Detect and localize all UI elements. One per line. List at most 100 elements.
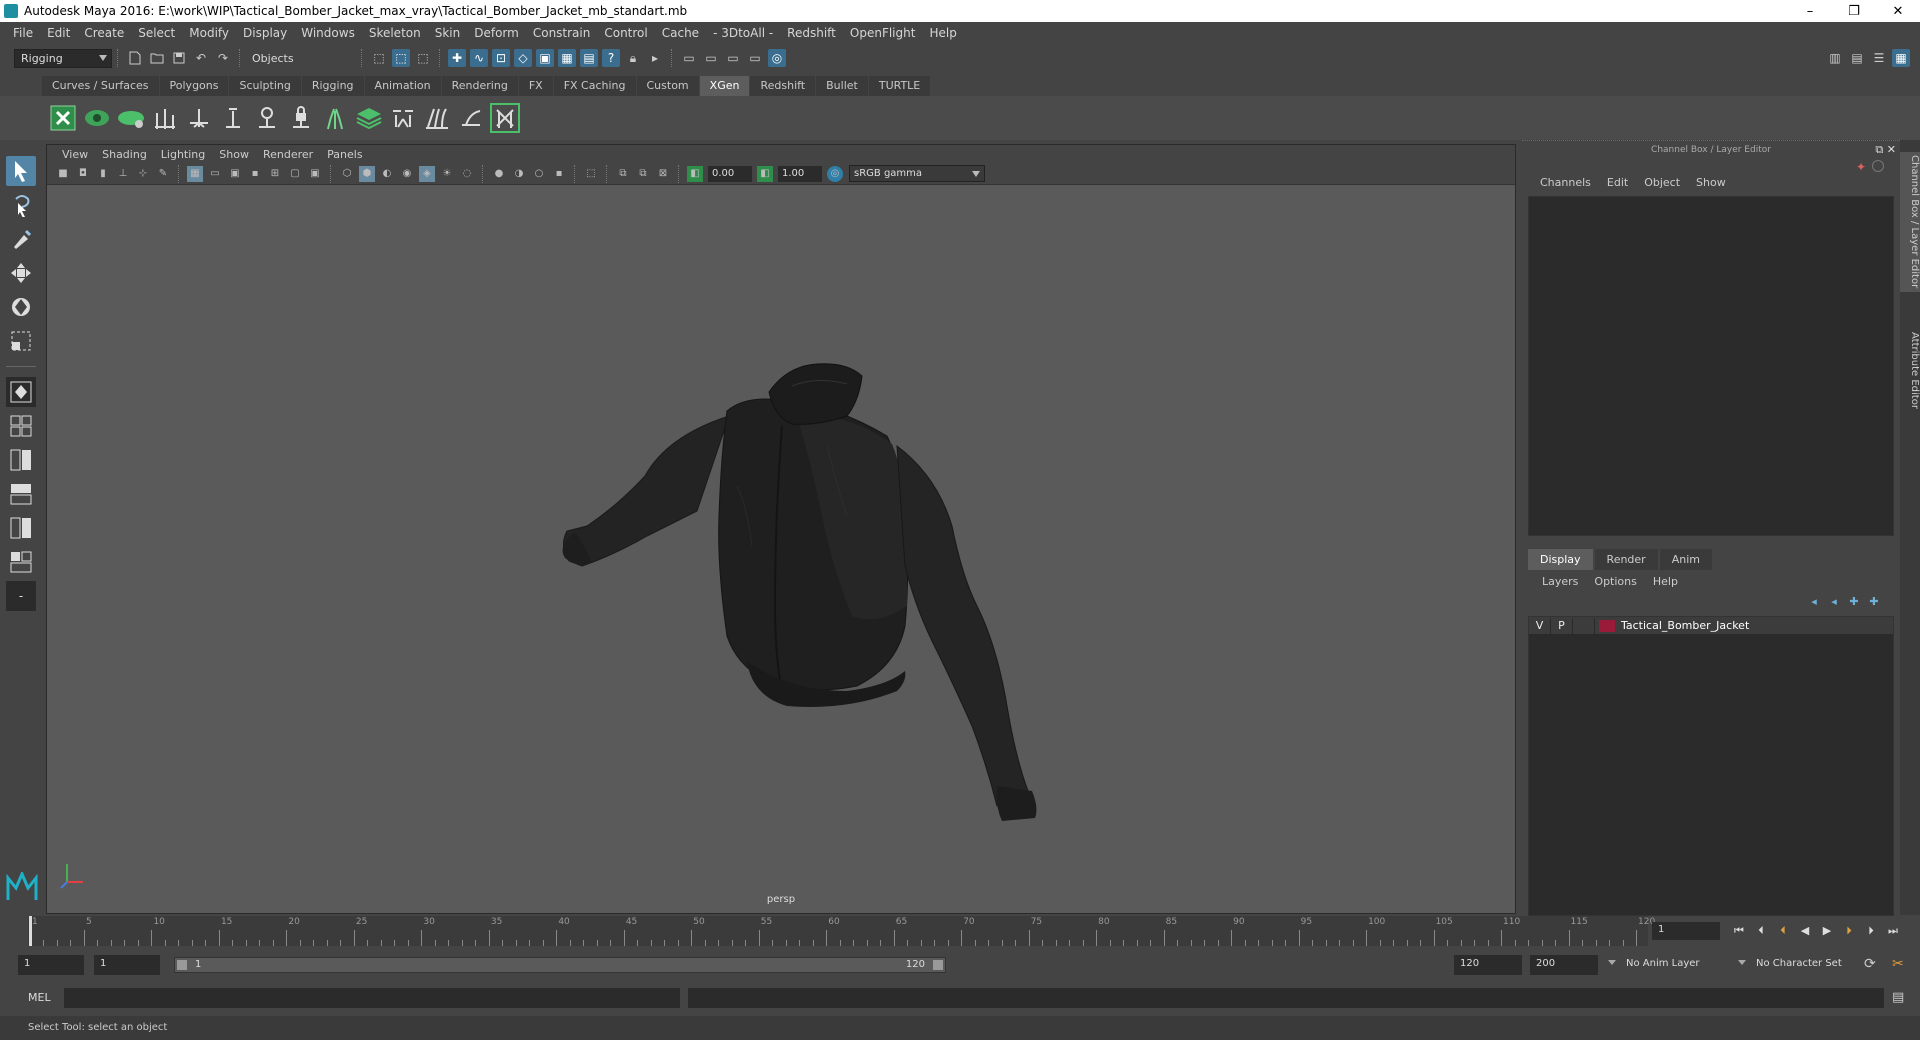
xgen-layers-icon[interactable] [354,103,384,133]
anti-aliasing-icon[interactable]: ○ [531,166,547,182]
play-backward-icon[interactable]: ◀ [1794,922,1816,940]
channel-box-menu-show[interactable]: Show [1688,176,1734,189]
shelf-tab-rigging[interactable]: Rigging [301,76,364,96]
redo-icon[interactable]: ↷ [214,49,232,67]
two-pane-stacked-layout-icon[interactable] [6,479,36,509]
depth-of-field-icon[interactable]: ▪ [551,166,567,182]
exposure-icon[interactable]: ◧ [687,165,703,182]
jacket-model[interactable] [47,186,1515,913]
script-editor-icon[interactable]: ▤ [1892,990,1904,1005]
viewport-menu-renderer[interactable]: Renderer [256,148,320,161]
save-scene-icon[interactable] [170,49,188,67]
menu-help[interactable]: Help [922,26,963,40]
rotate-tool-icon[interactable] [6,292,36,322]
grid-toggle-icon[interactable]: ▦ [187,165,203,182]
select-hierarchy-icon[interactable]: ⬚ [370,49,388,67]
playback-end-field[interactable]: 120 [1454,955,1522,975]
step-back-frame-icon[interactable]: ⏴ [1772,922,1794,940]
resolution-gate-icon[interactable]: ▣ [227,166,243,182]
menu-display[interactable]: Display [236,26,294,40]
menu-skin[interactable]: Skin [428,26,468,40]
xgen-interactive-groom-icon[interactable] [422,103,452,133]
shelf-tab-animation[interactable]: Animation [364,76,441,96]
wireframe-on-shaded-icon[interactable]: ◐ [379,166,395,182]
range-start-handle[interactable] [177,960,187,970]
render-view-icon[interactable]: ◎ [768,49,786,67]
layer-menu-options[interactable]: Options [1586,575,1644,588]
view-transform-dropdown[interactable]: sRGB gamma [849,165,985,182]
auto-key-icon[interactable]: ⟳ [1864,956,1876,972]
side-tab-channel-box[interactable]: Channel Box / Layer Editor [1900,152,1920,292]
layer-color-swatch[interactable] [1599,619,1615,632]
shelf-tab-custom[interactable]: Custom [636,76,699,96]
layer-display-type-toggle[interactable] [1573,617,1595,634]
more-layouts-icon[interactable]: - [6,581,36,611]
paint-select-tool-icon[interactable] [6,224,36,254]
channel-box-menu-channels[interactable]: Channels [1532,176,1599,189]
channel-box-menu-edit[interactable]: Edit [1599,176,1636,189]
menu-redshift[interactable]: Redshift [780,26,843,40]
graph-layout-icon[interactable] [6,547,36,577]
viewport-menu-show[interactable]: Show [212,148,256,161]
textured-icon[interactable]: ◉ [399,166,415,182]
safe-title-icon[interactable]: ▣ [307,166,323,182]
side-tab-attribute-editor[interactable]: Attribute Editor [1900,310,1920,430]
grease-pencil-icon[interactable]: ✎ [155,166,171,182]
snap-grid-icon[interactable]: ✚ [448,49,466,67]
scale-tool-icon[interactable] [6,326,36,356]
script-language-label[interactable]: MEL [28,991,51,1004]
snap-curve-icon[interactable]: ∿ [470,49,488,67]
new-empty-layer-icon[interactable]: ✚ [1844,595,1864,609]
shelf-tab-fx[interactable]: FX [518,76,553,96]
channel-box-area[interactable] [1528,196,1894,536]
xgen-place-guide-icon[interactable] [150,103,180,133]
menu-modify[interactable]: Modify [182,26,236,40]
restore-button[interactable]: ❐ [1832,0,1876,22]
layer-playback-toggle[interactable]: P [1551,617,1573,634]
menu-constrain[interactable]: Constrain [526,26,598,40]
animation-end-field[interactable]: 200 [1530,955,1598,975]
xray-icon[interactable]: ◌ [459,166,475,182]
image-plane-icon[interactable]: ⊥ [115,166,131,182]
undo-icon[interactable]: ↶ [192,49,210,67]
move-tool-icon[interactable] [6,258,36,288]
anim-layer-dropdown[interactable]: No Anim Layer [1620,955,1738,975]
open-scene-icon[interactable] [148,49,166,67]
select-component-icon[interactable]: ⬚ [414,49,432,67]
camera-attributes-icon[interactable]: ◘ [75,166,91,182]
shelf-tab-rendering[interactable]: Rendering [441,76,518,96]
shelf-tab-turtle[interactable]: TURTLE [868,76,931,96]
current-time-marker[interactable] [29,916,32,946]
circle-icon[interactable] [1872,160,1884,172]
ipr-render-icon[interactable]: ▭ [702,49,720,67]
modeling-toolkit-icon[interactable]: ▥ [1826,49,1844,67]
render-settings-icon[interactable]: ▭ [724,49,742,67]
menuset-dropdown[interactable]: Rigging [14,48,112,68]
viewport-menu-view[interactable]: View [55,148,95,161]
shelf-tab-sculpting[interactable]: Sculpting [229,76,301,96]
snap-point-icon[interactable]: ⊡ [492,49,510,67]
xgen-preview-icon[interactable] [82,103,112,133]
viewport-menu-shading[interactable]: Shading [95,148,154,161]
xgen-lock-guide-icon[interactable] [286,103,316,133]
backface-culling-icon[interactable]: ⊠ [655,166,671,182]
xgen-move-guide-icon[interactable] [218,103,248,133]
wireframe-icon[interactable]: ⬡ [339,166,355,182]
shelf-tab-curves-surfaces[interactable]: Curves / Surfaces [42,76,159,96]
menu-control[interactable]: Control [597,26,654,40]
minimize-button[interactable]: – [1788,0,1832,22]
xray-joints-icon[interactable]: ⧉ [615,166,631,182]
menu-edit[interactable]: Edit [40,26,77,40]
step-forward-key-icon[interactable]: ⏵ [1860,922,1882,940]
axis-icon[interactable]: ✦ [1856,160,1866,174]
safe-action-icon[interactable]: ▢ [287,166,303,182]
film-gate-icon[interactable]: ▭ [207,166,223,182]
menu-file[interactable]: File [6,26,40,40]
step-forward-frame-icon[interactable]: ⏵ [1838,922,1860,940]
use-all-lights-icon[interactable]: ◈ [419,165,435,182]
snap-live-icon[interactable]: ▣ [536,49,554,67]
viewport-menu-lighting[interactable]: Lighting [154,148,212,161]
isolate-select-icon[interactable]: ⬚ [583,166,599,182]
two-d-pan-zoom-icon[interactable]: ⊹ [135,166,151,182]
command-input[interactable] [64,988,680,1008]
